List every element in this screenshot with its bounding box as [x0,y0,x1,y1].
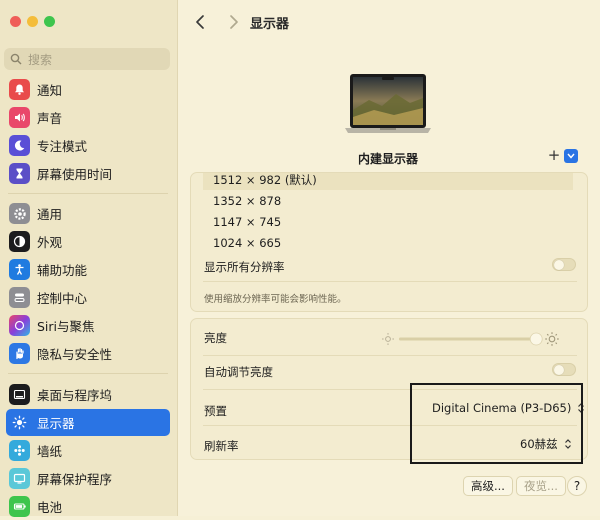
minimize-button[interactable] [27,16,38,27]
sidebar-item-displays[interactable]: 显示器 [6,409,170,436]
brightness-knob[interactable] [529,332,543,346]
show-all-resolutions-toggle[interactable] [552,258,576,271]
highlight-box [410,383,583,464]
sidebar-item-focus[interactable]: 专注模式 [6,132,170,159]
brightness-slider[interactable] [381,331,561,347]
sidebar: 搜索 通知 声音 专注模式 屏幕使用时间 通用 外观 辅助功能 控制中心 Sir… [0,0,178,517]
refresh-rate-label: 刷新率 [204,439,239,453]
laptop-display-icon[interactable] [344,70,432,142]
sun-icon [9,412,30,433]
moon-icon [9,135,30,156]
forward-icon[interactable] [224,12,242,32]
control-center-icon [9,287,30,308]
sidebar-separator [8,193,168,194]
siri-icon [9,315,30,336]
page-title: 显示器 [250,17,290,32]
resolution-hint: 使用缩放分辨率可能会影响性能。 [204,294,347,305]
auto-brightness-label: 自动调节亮度 [204,365,273,379]
system-settings-window: 搜索 通知 声音 专注模式 屏幕使用时间 通用 外观 辅助功能 控制中心 Sir… [0,0,600,517]
hourglass-icon [9,163,30,184]
accessibility-icon [9,259,30,280]
sun-dim-icon [382,333,394,345]
sidebar-item-privacy-security[interactable]: 隐私与安全性 [6,340,170,367]
divider [203,281,577,282]
gear-icon [9,203,30,224]
speaker-icon [9,107,30,128]
search-placeholder: 搜索 [28,52,53,67]
close-button[interactable] [10,16,21,27]
advanced-button[interactable]: 高级... [463,476,513,496]
resolution-option[interactable]: 1512 × 982 (默认) [203,173,573,190]
sidebar-item-general[interactable]: 通用 [6,200,170,227]
appearance-icon [9,231,30,252]
add-display-button[interactable]: + [546,147,580,164]
auto-brightness-toggle[interactable] [552,363,576,376]
sun-bright-icon [545,332,559,346]
toolbar: 显示器 [178,0,600,44]
hand-icon [9,343,30,364]
sidebar-item-accessibility[interactable]: 辅助功能 [6,256,170,283]
sidebar-item-control-center[interactable]: 控制中心 [6,284,170,311]
back-icon[interactable] [192,12,210,32]
sidebar-item-wallpaper[interactable]: 墙纸 [6,437,170,464]
zoom-button[interactable] [44,16,55,27]
show-all-resolutions-label: 显示所有分辨率 [204,260,285,274]
sidebar-item-screen-time[interactable]: 屏幕使用时间 [6,160,170,187]
sidebar-item-screensaver[interactable]: 屏幕保护程序 [6,465,170,492]
battery-icon [9,496,30,517]
sidebar-item-appearance[interactable]: 外观 [6,228,170,255]
window-controls [10,16,55,27]
resolution-option[interactable]: 1024 × 665 [203,234,573,253]
display-name: 内建显示器 [358,152,419,166]
search-icon [10,53,22,65]
resolution-panel: 1512 × 982 (默认) 1352 × 878 1147 × 745 10… [190,172,588,312]
brightness-label: 亮度 [204,331,227,345]
screensaver-icon [9,468,30,489]
sidebar-item-siri-spotlight[interactable]: Siri与聚焦 [6,312,170,339]
sidebar-item-sound[interactable]: 声音 [6,104,170,131]
help-button[interactable]: ? [567,476,587,496]
plus-icon: + [547,145,561,164]
resolution-option[interactable]: 1352 × 878 [203,192,573,211]
chevron-down-icon [564,148,578,163]
divider [203,355,577,356]
night-shift-button[interactable]: 夜览... [516,476,566,496]
wallpaper-icon [9,440,30,461]
sidebar-item-notifications[interactable]: 通知 [6,76,170,103]
sidebar-item-desktop-dock[interactable]: 桌面与程序坞 [6,381,170,408]
dock-icon [9,384,30,405]
search-input[interactable]: 搜索 [4,48,170,70]
resolution-option[interactable]: 1147 × 745 [203,213,573,232]
sidebar-separator [8,373,168,374]
bell-icon [9,79,30,100]
brightness-slider-track[interactable] [381,331,561,347]
brightness-fill [399,337,537,341]
preset-label: 预置 [204,404,227,418]
